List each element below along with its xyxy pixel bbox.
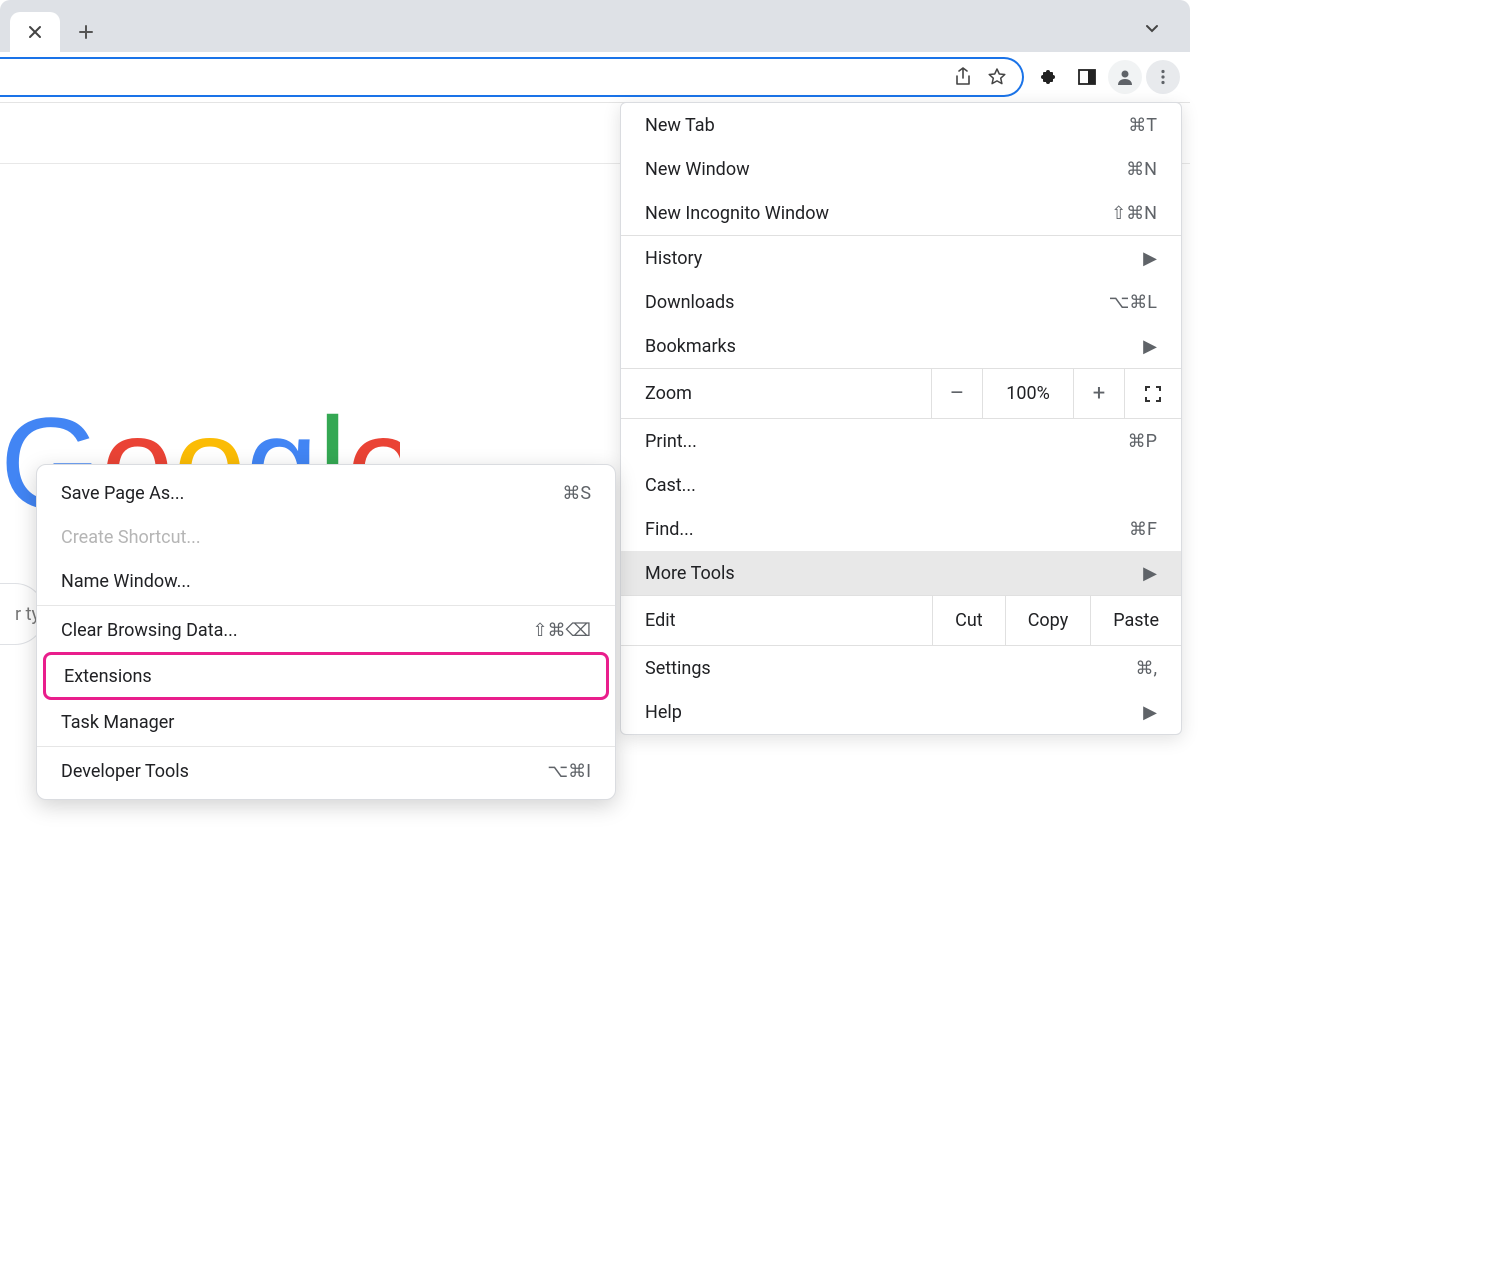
- submenu-save-page[interactable]: Save Page As... ⌘S: [37, 471, 615, 515]
- shortcut: ⌥⌘L: [1109, 292, 1157, 313]
- submenu-developer-tools[interactable]: Developer Tools ⌥⌘I: [37, 749, 615, 793]
- zoom-in-button[interactable]: +: [1073, 369, 1124, 418]
- close-tab-icon[interactable]: [28, 25, 42, 39]
- menu-help[interactable]: Help ▶: [621, 690, 1181, 734]
- menu-label: Settings: [645, 658, 711, 679]
- menu-label: New Window: [645, 159, 750, 180]
- profile-avatar[interactable]: [1108, 60, 1142, 94]
- share-icon[interactable]: [946, 67, 980, 87]
- submenu-task-manager[interactable]: Task Manager: [37, 700, 615, 744]
- menu-settings[interactable]: Settings ⌘,: [621, 646, 1181, 690]
- menu-label: History: [645, 248, 702, 269]
- menu-label: Find...: [645, 519, 694, 540]
- menu-label: New Tab: [645, 115, 715, 136]
- paste-button[interactable]: Paste: [1090, 596, 1181, 645]
- zoom-label: Zoom: [621, 383, 931, 404]
- menu-history[interactable]: History ▶: [621, 236, 1181, 280]
- menu-bookmarks[interactable]: Bookmarks ▶: [621, 324, 1181, 368]
- submenu-label: Developer Tools: [61, 761, 189, 782]
- fullscreen-button[interactable]: [1124, 369, 1181, 418]
- shortcut: ⇧⌘N: [1111, 203, 1157, 224]
- submenu-label: Clear Browsing Data...: [61, 620, 238, 641]
- menu-label: More Tools: [645, 563, 735, 584]
- active-tab[interactable]: [10, 12, 60, 52]
- submenu-label: Extensions: [64, 666, 152, 687]
- submenu-label: Task Manager: [61, 712, 174, 733]
- shortcut: ⌘T: [1128, 115, 1157, 136]
- bookmark-star-icon[interactable]: [980, 67, 1014, 87]
- shortcut: ⌘,: [1135, 658, 1157, 679]
- menu-print[interactable]: Print... ⌘P: [621, 419, 1181, 463]
- toolbar: [0, 52, 1190, 103]
- submenu-arrow-icon: ▶: [1143, 563, 1157, 584]
- shortcut: ⌘P: [1128, 431, 1157, 452]
- menu-incognito[interactable]: New Incognito Window ⇧⌘N: [621, 191, 1181, 235]
- submenu-create-shortcut: Create Shortcut...: [37, 515, 615, 559]
- shortcut: ⌥⌘I: [547, 761, 591, 782]
- cut-button[interactable]: Cut: [932, 596, 1005, 645]
- menu-label: Cast...: [645, 475, 696, 496]
- submenu-label: Name Window...: [61, 571, 191, 592]
- copy-button[interactable]: Copy: [1005, 596, 1091, 645]
- menu-find[interactable]: Find... ⌘F: [621, 507, 1181, 551]
- edit-row: Edit Cut Copy Paste: [621, 595, 1181, 646]
- shortcut: ⇧⌘⌫: [532, 620, 591, 641]
- submenu-label: Create Shortcut...: [61, 527, 201, 548]
- zoom-row: Zoom – 100% +: [621, 368, 1181, 419]
- submenu-arrow-icon: ▶: [1143, 248, 1157, 269]
- submenu-clear-browsing[interactable]: Clear Browsing Data... ⇧⌘⌫: [37, 608, 615, 652]
- menu-label: Downloads: [645, 292, 734, 313]
- menu-label: New Incognito Window: [645, 203, 829, 224]
- menu-downloads[interactable]: Downloads ⌥⌘L: [621, 280, 1181, 324]
- omnibox[interactable]: [0, 57, 1024, 97]
- chrome-main-menu: New Tab ⌘T New Window ⌘N New Incognito W…: [620, 102, 1182, 735]
- menu-cast[interactable]: Cast...: [621, 463, 1181, 507]
- tab-bar: [0, 0, 1190, 52]
- menu-label: Help: [645, 702, 682, 723]
- submenu-arrow-icon: ▶: [1143, 702, 1157, 723]
- menu-new-tab[interactable]: New Tab ⌘T: [621, 103, 1181, 147]
- submenu-label: Save Page As...: [61, 483, 184, 504]
- chrome-menu-button[interactable]: [1146, 60, 1180, 94]
- menu-label: Print...: [645, 431, 697, 452]
- shortcut: ⌘S: [562, 483, 591, 504]
- menu-new-window[interactable]: New Window ⌘N: [621, 147, 1181, 191]
- shortcut: ⌘F: [1129, 519, 1157, 540]
- tabs-dropdown-button[interactable]: [1132, 8, 1172, 48]
- side-panel-icon[interactable]: [1070, 60, 1104, 94]
- new-tab-button[interactable]: [66, 12, 106, 52]
- extensions-icon[interactable]: [1032, 60, 1066, 94]
- submenu-arrow-icon: ▶: [1143, 336, 1157, 357]
- zoom-out-button[interactable]: –: [931, 369, 982, 418]
- shortcut: ⌘N: [1126, 159, 1157, 180]
- submenu-extensions[interactable]: Extensions: [43, 652, 609, 700]
- menu-more-tools[interactable]: More Tools ▶: [621, 551, 1181, 595]
- more-tools-submenu: Save Page As... ⌘S Create Shortcut... Na…: [36, 464, 616, 800]
- submenu-name-window[interactable]: Name Window...: [37, 559, 615, 603]
- zoom-level: 100%: [982, 369, 1073, 418]
- menu-label: Bookmarks: [645, 336, 736, 357]
- edit-label: Edit: [621, 596, 932, 645]
